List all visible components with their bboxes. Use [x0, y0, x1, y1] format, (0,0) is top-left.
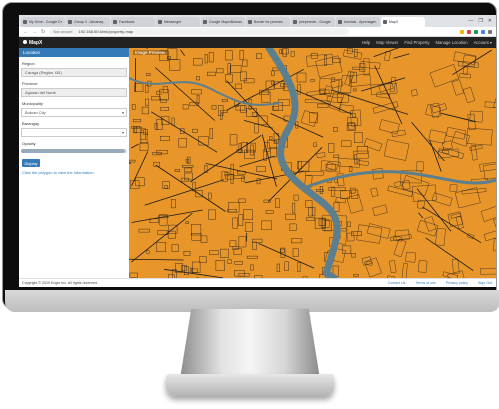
menu-icon[interactable]	[488, 29, 492, 34]
map-hint: Click the polygon to view the informatio…	[22, 170, 95, 175]
monitor-frame: My Drive - Google Dr Group 4 - Almanaq F…	[2, 2, 499, 312]
forward-icon[interactable]: →	[32, 29, 37, 35]
region-field: Caraga (Region XIII)	[21, 68, 127, 77]
browser-tab[interactable]: Border for pictures	[246, 17, 290, 27]
back-icon[interactable]: ←	[23, 29, 28, 35]
favicon-icon	[68, 20, 72, 24]
nav-manage-location[interactable]: Manage Location	[435, 40, 467, 45]
favicon-icon	[293, 20, 297, 24]
footer-privacy-link[interactable]: Privacy policy	[446, 281, 468, 285]
province-field: Agusan del Norte	[21, 88, 127, 97]
brand[interactable]: MapX	[23, 40, 42, 46]
browser-tab[interactable]: Facebook	[111, 17, 155, 27]
monitor-chin	[5, 290, 499, 312]
screen: My Drive - Google Dr Group 4 - Almanaq F…	[19, 15, 496, 287]
location-sidebar: Location Region Caraga (Region XIII) Pro…	[19, 48, 129, 278]
footer-signout-link[interactable]: Sign Out	[478, 281, 492, 285]
browser-tab[interactable]: Group 4 - Almanaq	[66, 17, 110, 27]
opacity-slider-fill	[21, 149, 125, 153]
barangay-label: Barangay	[22, 121, 40, 126]
url-text: 192.168.50.6/mk/property-map	[78, 29, 134, 34]
browser-tab[interactable]: My Drive - Google Dr	[21, 17, 65, 27]
property-map[interactable]: Image Preview	[129, 48, 496, 278]
nav-account[interactable]: Account ▾	[474, 40, 492, 45]
maximize-icon[interactable]: ❐	[478, 18, 482, 24]
chevron-down-icon: ▾	[121, 130, 124, 135]
chevron-down-icon: ▾	[121, 110, 124, 115]
favicon-icon	[338, 20, 342, 24]
copyright: Copyright © 2019 Engin Inc. All rights r…	[22, 281, 98, 285]
extension-icon[interactable]	[474, 29, 478, 34]
extension-icon[interactable]	[467, 29, 471, 34]
browser-tab-bar: My Drive - Google Dr Group 4 - Almanaq F…	[19, 15, 496, 27]
favicon-icon	[158, 20, 162, 24]
sidebar-header: Location	[19, 48, 129, 57]
map-title: Image Preview	[133, 50, 167, 55]
favicon-icon	[113, 20, 117, 24]
footer-terms-link[interactable]: Terms of use	[415, 281, 436, 285]
municipality-label: Municipality	[22, 101, 43, 106]
opacity-label: Opacity	[22, 141, 36, 146]
nav-map-viewer[interactable]: Map Viewer	[376, 40, 398, 45]
app-navbar: MapX Help Map Viewer Find Property Manag…	[19, 37, 496, 48]
minimize-icon[interactable]: —	[468, 18, 473, 24]
favicon-icon	[23, 20, 27, 24]
map-canvas[interactable]	[129, 48, 496, 278]
region-label: Region	[22, 61, 35, 66]
display-button[interactable]: Display	[22, 159, 40, 167]
province-label: Province	[22, 81, 38, 86]
browser-tab[interactable]: Google Maps/Butuan	[201, 17, 245, 27]
opacity-slider[interactable]	[21, 149, 127, 153]
logo-icon	[23, 40, 27, 45]
monitor-stand	[180, 309, 320, 379]
nav-help[interactable]: Help	[362, 40, 371, 45]
browser-tab[interactable]: Messenger	[156, 17, 200, 27]
favicon-icon	[248, 20, 252, 24]
browser-tab[interactable]: peeperexin - Google	[291, 17, 335, 27]
municipality-select[interactable]: Butuan City ▾	[21, 108, 127, 117]
favicon-icon	[383, 20, 387, 24]
extension-icons	[460, 29, 496, 34]
url-input[interactable]: Not secure 192.168.50.6/mk/property-map	[49, 28, 350, 35]
security-indicator[interactable]: Not secure	[53, 29, 72, 34]
footer: Copyright © 2019 Engin Inc. All rights r…	[19, 278, 496, 287]
nav-links: Help Map Viewer Find Property Manage Loc…	[362, 40, 496, 45]
nav-find-property[interactable]: Find Property	[404, 40, 429, 45]
address-bar: ← → ↻ Not secure 192.168.50.6/mk/propert…	[19, 27, 496, 37]
extension-icon[interactable]	[460, 29, 464, 34]
extension-icon[interactable]	[481, 29, 485, 34]
footer-contact-link[interactable]: Contact Us	[388, 281, 406, 285]
barangay-select[interactable]: ▾	[21, 128, 127, 137]
window-controls: — ❐ ✕	[468, 18, 496, 24]
favicon-icon	[203, 20, 207, 24]
close-icon[interactable]: ✕	[488, 18, 492, 24]
browser-tab[interactable]: tutorials - Aprenagen	[336, 17, 380, 27]
footer-links: Contact Us Terms of use Privacy policy S…	[388, 281, 496, 285]
reload-icon[interactable]: ↻	[41, 29, 45, 35]
monitor-stand-base	[166, 374, 334, 396]
browser-tab-active[interactable]: MapX	[381, 17, 425, 27]
